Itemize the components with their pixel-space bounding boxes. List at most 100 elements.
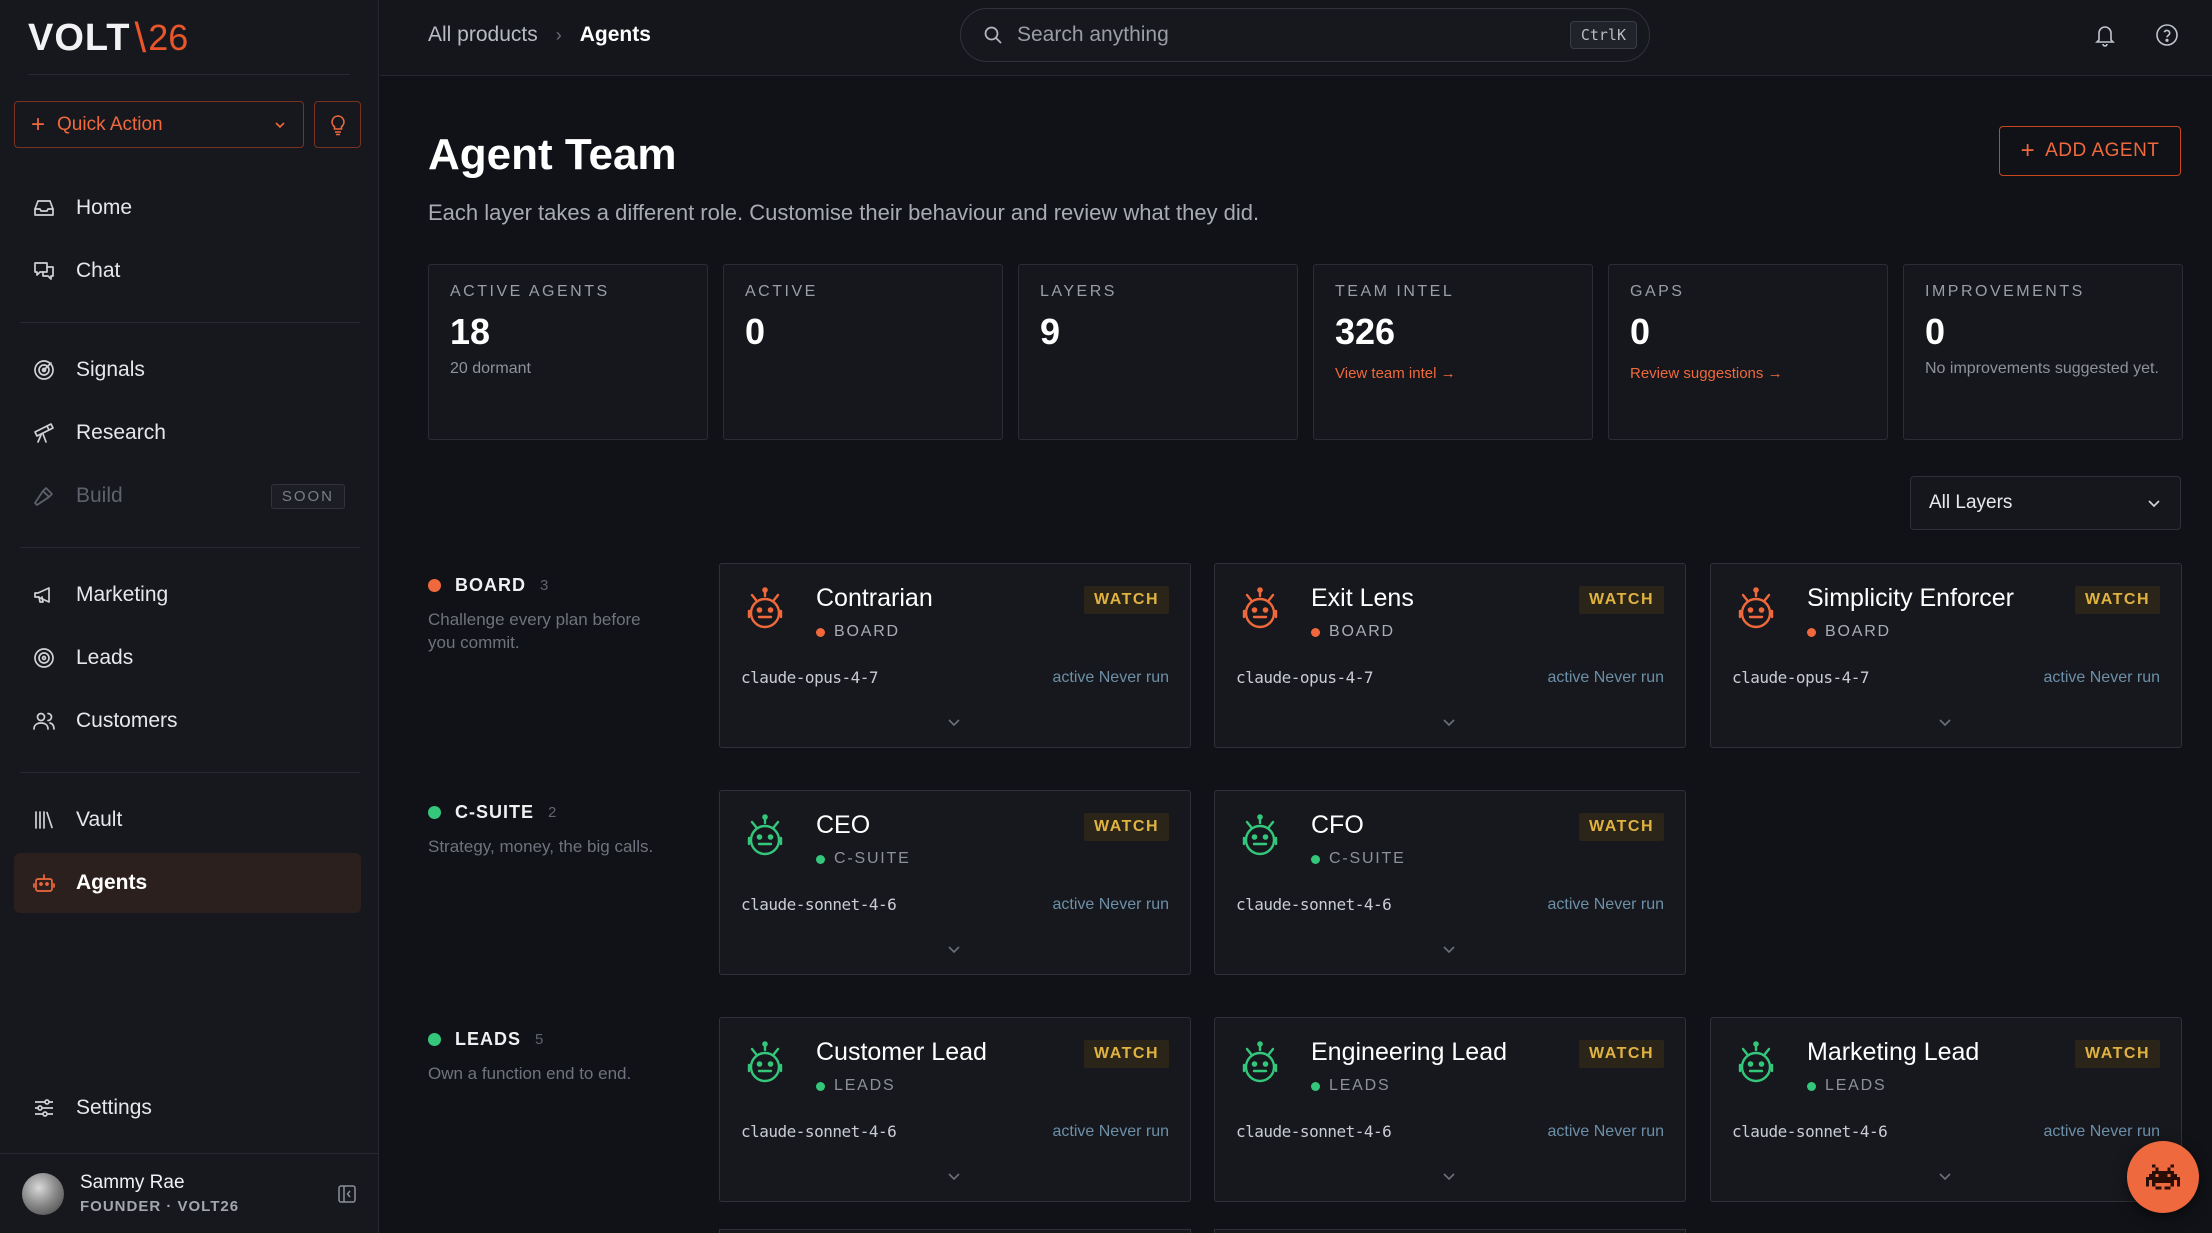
shortcut-hint: CtrlK bbox=[1569, 21, 1637, 49]
expand-chevron-icon[interactable] bbox=[1441, 943, 1457, 957]
brand-logo[interactable]: VOLT \ 26 bbox=[28, 10, 188, 66]
agent-name: Simplicity Enforcer bbox=[1807, 584, 2014, 612]
add-agent-label: ADD AGENT bbox=[2045, 140, 2160, 161]
layer-dot bbox=[1807, 1081, 1816, 1091]
quick-action-button[interactable]: + Quick Action bbox=[14, 101, 304, 148]
add-agent-button[interactable]: + ADD AGENT bbox=[1999, 126, 2181, 176]
agent-layer-name: BOARD bbox=[834, 623, 900, 640]
stat-card-active-agents: ACTIVE AGENTS 18 20 dormant bbox=[428, 264, 708, 440]
expand-chevron-icon[interactable] bbox=[1937, 1170, 1953, 1184]
soon-badge: SOON bbox=[270, 483, 345, 509]
agent-layer-name: BOARD bbox=[1329, 623, 1395, 640]
watch-badge[interactable]: WATCH bbox=[1084, 586, 1169, 614]
stat-value: 0 bbox=[745, 311, 766, 352]
layer-count: 5 bbox=[535, 1031, 545, 1048]
sidebar-item-label: Settings bbox=[76, 1096, 152, 1119]
plus-icon: + bbox=[2020, 137, 2036, 164]
agent-status: active Never run bbox=[1052, 669, 1170, 686]
avatar bbox=[22, 1172, 64, 1215]
stat-label: GAPS bbox=[1630, 283, 1685, 300]
agent-status: active Never run bbox=[1052, 1123, 1170, 1140]
agent-layer-tag: C-SUITE bbox=[816, 850, 911, 868]
sidebar-item-label: Chat bbox=[76, 259, 121, 282]
signals-icon bbox=[30, 356, 58, 384]
sidebar-item-agents[interactable]: Agents bbox=[14, 853, 361, 913]
bell-icon[interactable] bbox=[2090, 20, 2120, 50]
stat-card-active: ACTIVE 0 bbox=[723, 264, 1003, 440]
sidebar-item-customers[interactable]: Customers bbox=[14, 691, 361, 751]
breadcrumb-separator-icon: › bbox=[555, 24, 562, 45]
watch-badge[interactable]: WATCH bbox=[1579, 813, 1664, 841]
agent-card[interactable]: CEO C-SUITE WATCH claude-sonnet-4-6 active N… bbox=[719, 790, 1191, 975]
layer-count: 3 bbox=[540, 577, 550, 594]
agent-card[interactable]: Customer Lead LEADS WATCH claude-sonnet-4-6… bbox=[719, 1017, 1191, 1202]
agent-card-partial bbox=[1214, 1229, 1686, 1233]
users-icon bbox=[30, 707, 58, 735]
agent-card[interactable]: Marketing Lead LEADS WATCH claude-sonnet-4-… bbox=[1710, 1017, 2182, 1202]
layer-dot bbox=[1311, 627, 1320, 637]
quick-action-label: Quick Action bbox=[57, 113, 163, 135]
agent-layer-name: LEADS bbox=[834, 1077, 896, 1094]
help-icon[interactable] bbox=[2152, 20, 2182, 50]
robot-icon bbox=[744, 1040, 786, 1084]
expand-chevron-icon[interactable] bbox=[1441, 716, 1457, 730]
sidebar-item-signals[interactable]: Signals bbox=[14, 340, 361, 400]
expand-chevron-icon[interactable] bbox=[946, 1170, 962, 1184]
layer-name: LEADS bbox=[455, 1029, 522, 1049]
expand-chevron-icon[interactable] bbox=[1937, 716, 1953, 730]
collapse-sidebar-icon[interactable] bbox=[337, 1184, 357, 1204]
layer-filter-select[interactable]: All Layers bbox=[1910, 476, 2181, 530]
brand-number: 26 bbox=[148, 17, 189, 58]
agent-layer-tag: LEADS bbox=[816, 1077, 895, 1095]
sidebar-item-leads[interactable]: Leads bbox=[14, 628, 361, 688]
chevron-down-icon bbox=[2146, 495, 2162, 511]
megaphone-icon bbox=[30, 581, 58, 609]
layer-dot bbox=[428, 579, 441, 592]
agent-name: Marketing Lead bbox=[1807, 1038, 1980, 1066]
agent-status: active Never run bbox=[2043, 1123, 2161, 1140]
plus-icon: + bbox=[31, 110, 46, 138]
agent-card[interactable]: Simplicity Enforcer BOARD WATCH claude-opus… bbox=[1710, 563, 2182, 748]
stat-value: 326 bbox=[1335, 311, 1396, 352]
sidebar-item-research[interactable]: Research bbox=[14, 403, 361, 463]
sidebar-item-chat[interactable]: Chat bbox=[14, 241, 361, 301]
expand-chevron-icon[interactable] bbox=[946, 943, 962, 957]
agent-status: active Never run bbox=[1547, 1123, 1665, 1140]
sliders-icon bbox=[30, 1094, 58, 1122]
page-subtitle: Each layer takes a different role. Custo… bbox=[428, 200, 1260, 225]
agent-model: claude-opus-4-7 bbox=[1732, 668, 1870, 687]
target-icon bbox=[30, 644, 58, 672]
stat-card-team-intel: TEAM INTEL 326 View team intel → bbox=[1313, 264, 1593, 440]
agent-card[interactable]: Exit Lens BOARD WATCH claude-opus-4-7 active… bbox=[1214, 563, 1686, 748]
agent-model: claude-sonnet-4-6 bbox=[1236, 895, 1392, 914]
robot-icon bbox=[744, 586, 786, 630]
watch-badge[interactable]: WATCH bbox=[1084, 813, 1169, 841]
sidebar-item-home[interactable]: Home bbox=[14, 178, 361, 238]
user-profile[interactable]: Sammy Rae FOUNDER · VOLT26 bbox=[0, 1153, 379, 1233]
stat-link[interactable]: Review suggestions → bbox=[1630, 365, 1866, 382]
idea-button[interactable] bbox=[314, 101, 361, 148]
search-bar[interactable]: CtrlK bbox=[960, 8, 1650, 62]
watch-badge[interactable]: WATCH bbox=[1084, 1040, 1169, 1068]
search-input[interactable] bbox=[1017, 23, 1570, 47]
breadcrumb-all-products[interactable]: All products bbox=[428, 23, 538, 47]
watch-badge[interactable]: WATCH bbox=[1579, 586, 1664, 614]
sidebar-item-label: Research bbox=[76, 421, 166, 444]
layer-dot bbox=[1311, 854, 1320, 864]
agent-name: Exit Lens bbox=[1311, 584, 1414, 612]
agent-model: claude-sonnet-4-6 bbox=[1732, 1122, 1888, 1141]
sidebar-item-marketing[interactable]: Marketing bbox=[14, 565, 361, 625]
agent-card[interactable]: Engineering Lead LEADS WATCH claude-sonnet-… bbox=[1214, 1017, 1686, 1202]
expand-chevron-icon[interactable] bbox=[1441, 1170, 1457, 1184]
watch-badge[interactable]: WATCH bbox=[1579, 1040, 1664, 1068]
sidebar-item-settings[interactable]: Settings bbox=[14, 1078, 361, 1138]
expand-chevron-icon[interactable] bbox=[946, 716, 962, 730]
agent-card[interactable]: CFO C-SUITE WATCH claude-sonnet-4-6 active N… bbox=[1214, 790, 1686, 975]
sidebar-item-vault[interactable]: Vault bbox=[14, 790, 361, 850]
chevron-down-icon bbox=[273, 118, 287, 132]
agent-card[interactable]: Contrarian BOARD WATCH claude-opus-4-7 activ… bbox=[719, 563, 1191, 748]
assistant-fab[interactable] bbox=[2127, 1141, 2199, 1213]
watch-badge[interactable]: WATCH bbox=[2075, 1040, 2160, 1068]
watch-badge[interactable]: WATCH bbox=[2075, 586, 2160, 614]
stat-link[interactable]: View team intel → bbox=[1335, 365, 1571, 382]
